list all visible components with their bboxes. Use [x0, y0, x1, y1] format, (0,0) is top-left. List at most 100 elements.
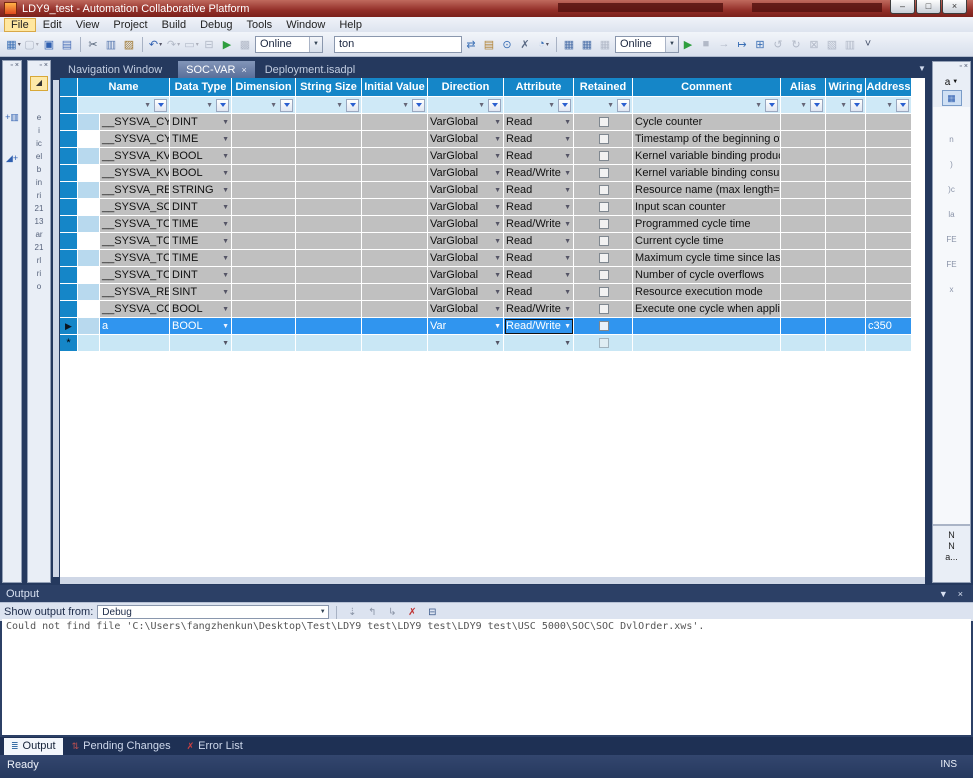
- save-all-icon[interactable]: ▤: [59, 36, 76, 53]
- breakpoint-icon[interactable]: ⊞: [752, 36, 769, 53]
- row-header[interactable]: [60, 267, 78, 284]
- menu-item[interactable]: Debug: [193, 18, 239, 32]
- cell-alias[interactable]: [781, 199, 826, 216]
- close-icon[interactable]: ×: [958, 589, 963, 599]
- cell-retained[interactable]: [574, 284, 633, 301]
- cell-address[interactable]: [866, 335, 912, 352]
- close-button[interactable]: ×: [942, 0, 967, 14]
- cell-attribute[interactable]: Read▼: [504, 114, 574, 131]
- cell-direction[interactable]: Var▼: [428, 318, 504, 335]
- cell-alias[interactable]: [781, 216, 826, 233]
- close-icon[interactable]: ×: [15, 62, 19, 73]
- cell-dimension[interactable]: [232, 318, 296, 335]
- chevron-down-icon[interactable]: ▼: [206, 102, 213, 109]
- save-icon[interactable]: ▣: [41, 36, 58, 53]
- column-filter-cell[interactable]: ▼: [78, 97, 170, 114]
- cell-address[interactable]: [866, 267, 912, 284]
- run-icon[interactable]: ▶: [219, 36, 236, 53]
- cell-dimension[interactable]: [232, 148, 296, 165]
- cell-attribute[interactable]: Read/Write▼: [504, 165, 574, 182]
- menu-item[interactable]: Project: [106, 18, 154, 32]
- chevron-down-icon[interactable]: ▼: [494, 238, 503, 245]
- cell-string-size[interactable]: [296, 301, 362, 318]
- cell-data-type[interactable]: BOOL▼: [170, 148, 232, 165]
- toolbar-separator[interactable]: [80, 37, 81, 52]
- cell-data-type[interactable]: BOOL▼: [170, 318, 232, 335]
- column-filter-cell[interactable]: ▼: [633, 97, 781, 114]
- row-header[interactable]: [60, 148, 78, 165]
- cell-dimension[interactable]: [232, 301, 296, 318]
- word-wrap-icon[interactable]: ⊟: [424, 605, 440, 620]
- chevron-down-icon[interactable]: ▼: [494, 340, 503, 347]
- chevron-down-icon[interactable]: ▼: [494, 221, 503, 228]
- table-row[interactable]: __SYSVA_CYCLEC DINT▼ VarGlobal▼ Read▼ Cy…: [60, 114, 912, 131]
- cell-name[interactable]: __SYSVA_CYCLED: [100, 131, 170, 148]
- deploy-grid-icon[interactable]: ▦: [561, 36, 578, 53]
- chevron-down-icon[interactable]: ▼: [840, 102, 847, 109]
- output-message[interactable]: Could not find file 'C:\Users\fangzhenku…: [2, 619, 971, 735]
- column-header[interactable]: Dimension: [232, 78, 296, 97]
- cell-address[interactable]: c350: [866, 318, 912, 335]
- cell-alias[interactable]: [781, 250, 826, 267]
- redo-icon[interactable]: ↷▾: [165, 36, 182, 53]
- chevron-down-icon[interactable]: ▼: [144, 102, 151, 109]
- cell-alias[interactable]: [781, 233, 826, 250]
- cell-wiring[interactable]: [826, 301, 866, 318]
- column-filter-cell[interactable]: ▼: [866, 97, 912, 114]
- chevron-down-icon[interactable]: ▼: [494, 272, 503, 279]
- column-filter-cell[interactable]: ▼: [362, 97, 428, 114]
- link-icon[interactable]: ⇄: [463, 36, 480, 53]
- menu-item[interactable]: Build: [155, 18, 193, 32]
- row-header[interactable]: [60, 250, 78, 267]
- cell-string-size[interactable]: [296, 148, 362, 165]
- grid-view-button[interactable]: ▦: [942, 90, 962, 106]
- cell-initial-value[interactable]: [362, 318, 428, 335]
- chevron-down-icon[interactable]: ▼: [564, 136, 573, 143]
- chevron-down-icon[interactable]: ▼: [494, 136, 503, 143]
- column-header[interactable]: Alias: [781, 78, 826, 97]
- cell-name[interactable]: __SYSVA_TCYCUR: [100, 233, 170, 250]
- cell-retained[interactable]: [574, 233, 633, 250]
- cell-initial-value[interactable]: [362, 233, 428, 250]
- cell-name[interactable]: __SYSVA_CCEXEC: [100, 301, 170, 318]
- table-row[interactable]: * ▼ ▼ ▼: [60, 335, 912, 352]
- cell-wiring[interactable]: [826, 267, 866, 284]
- cell-initial-value[interactable]: [362, 148, 428, 165]
- cell-retained[interactable]: [574, 301, 633, 318]
- column-filter-cell[interactable]: ▼: [296, 97, 362, 114]
- cell-retained[interactable]: [574, 318, 633, 335]
- cell-address[interactable]: [866, 148, 912, 165]
- cell-data-type[interactable]: DINT▼: [170, 199, 232, 216]
- cell-retained[interactable]: [574, 182, 633, 199]
- copy-icon[interactable]: ▥: [103, 36, 120, 53]
- row-header[interactable]: [60, 284, 78, 301]
- cell-wiring[interactable]: [826, 233, 866, 250]
- chevron-down-icon[interactable]: ▼: [548, 102, 555, 109]
- cell-comment[interactable]: [633, 318, 781, 335]
- cell-data-type[interactable]: TIME▼: [170, 233, 232, 250]
- chevron-down-icon[interactable]: ▼: [564, 340, 573, 347]
- cell-string-size[interactable]: [296, 233, 362, 250]
- row-header[interactable]: [60, 165, 78, 182]
- cell-attribute[interactable]: Read▼: [504, 284, 574, 301]
- chevron-down-icon[interactable]: ▼: [939, 589, 948, 599]
- cell-comment[interactable]: Cycle counter: [633, 114, 781, 131]
- cut-icon[interactable]: ✂: [85, 36, 102, 53]
- chevron-down-icon[interactable]: ▼: [494, 119, 503, 126]
- retained-checkbox[interactable]: [599, 219, 609, 229]
- filter-funnel-icon[interactable]: [558, 99, 571, 112]
- cell-wiring[interactable]: [826, 165, 866, 182]
- cell-comment[interactable]: Kernel variable binding consumi: [633, 165, 781, 182]
- cell-retained[interactable]: [574, 216, 633, 233]
- chevron-down-icon[interactable]: ▼: [222, 221, 231, 228]
- panel-tool-icon[interactable]: +▥: [5, 112, 19, 123]
- cycle2-icon[interactable]: ↻: [788, 36, 805, 53]
- cell-data-type[interactable]: BOOL▼: [170, 165, 232, 182]
- collapse-button[interactable]: ◢: [30, 76, 48, 91]
- build-icon[interactable]: ▩: [237, 36, 254, 53]
- cell-direction[interactable]: VarGlobal▼: [428, 165, 504, 182]
- close-icon[interactable]: ×: [44, 62, 48, 73]
- pin-icon[interactable]: ▫: [39, 62, 41, 73]
- chevron-down-icon[interactable]: ▼: [402, 102, 409, 109]
- cell-retained[interactable]: [574, 114, 633, 131]
